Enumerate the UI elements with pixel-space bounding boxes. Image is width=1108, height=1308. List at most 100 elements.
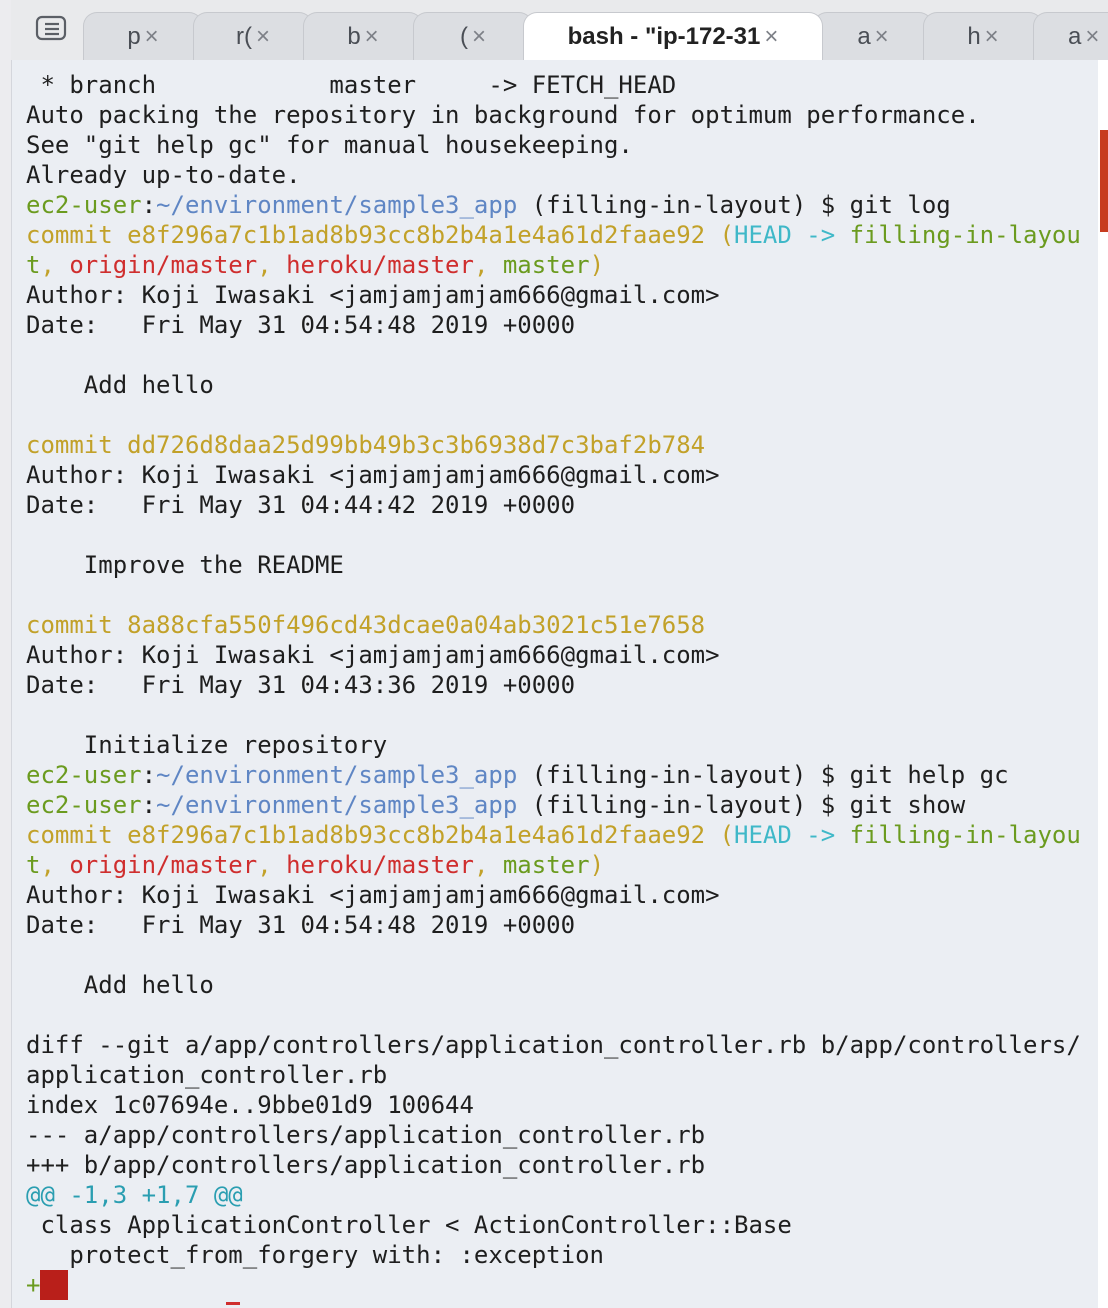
shell-prompt-line: ec2-user:~/environment/sample3_app (fill… [26,760,1009,790]
ref-separator: , [40,851,70,879]
commit-hash: commit e8f296a7c1b1ad8b93cc8b2b4a1e4a61d… [26,821,706,849]
ref-separator: , [473,251,503,279]
ref-paren: ) [589,851,605,879]
tab-label: h [967,22,981,50]
diff-old-file-line: --- a/app/controllers/application_contro… [26,1121,706,1149]
tab-label: bash - "ip-172-31 [567,22,761,50]
head-ref: HEAD -> [734,821,836,849]
trailing-whitespace-marker [226,1302,240,1305]
prompt-colon: : [141,761,157,789]
local-ref-master: master [502,851,590,879]
ref-paren: ) [589,251,605,279]
terminal-line: Improve the README [26,551,344,579]
window-left-border [0,0,12,1308]
diff-header-line: application_controller.rb [26,1061,388,1089]
commit-refs-line: t, origin/master, heroku/master, master) [26,850,604,880]
list-menu-icon[interactable] [35,14,69,44]
prompt-user: ec2-user [26,791,142,819]
terminal-line: Date: Fri May 31 04:44:42 2019 +0000 [26,491,576,519]
commit-hash: commit 8a88cfa550f496cd43dcae0a04ab3021c… [26,611,706,639]
local-ref-master: master [502,251,590,279]
tab-label: ( [459,22,468,50]
scroll-position-marker[interactable] [1100,130,1108,232]
terminal-line: See "git help gc" for manual housekeepin… [26,131,633,159]
remote-ref-heroku: heroku/master [286,251,474,279]
terminal-line: Date: Fri May 31 04:54:48 2019 +0000 [26,911,576,939]
tab-b[interactable]: b × [303,12,423,60]
terminal-line: Add hello [26,371,214,399]
tab-r[interactable]: r( × [193,12,313,60]
branch-ref: filling-in-layou [835,821,1081,849]
diff-new-file-line: +++ b/app/controllers/application_contro… [26,1151,706,1179]
remote-ref-heroku: heroku/master [286,851,474,879]
prompt-command: (filling-in-layout) $ git log [517,191,951,219]
prompt-path: ~/environment/sample3_app [156,761,518,789]
prompt-colon: : [141,791,157,819]
ref-separator: , [40,251,70,279]
close-icon[interactable]: × [985,24,999,49]
diff-context-line: class ApplicationController < ActionCont… [26,1211,792,1239]
tab-label: r( [236,22,252,50]
terminal-line: Already up-to-date. [26,161,301,189]
terminal-line: Date: Fri May 31 04:54:48 2019 +0000 [26,311,576,339]
close-icon[interactable]: × [472,24,486,49]
ref-separator: , [257,251,287,279]
tab-p[interactable]: p × [83,12,203,60]
remote-ref-origin: origin/master [69,851,258,879]
prompt-path: ~/environment/sample3_app [156,191,518,219]
commit-line: commit e8f296a7c1b1ad8b93cc8b2b4a1e4a61d… [26,220,1081,250]
terminal-output[interactable]: * branch master -> FETCH_HEAD Auto packi… [12,60,1098,1308]
tab-bash-active[interactable]: bash - "ip-172-31 × [523,12,823,60]
head-ref: HEAD -> [734,221,836,249]
terminal-line: Auto packing the repository in backgroun… [26,101,980,129]
commit-hash: commit dd726d8daa25d99bb49b3c3b6938d7c3b… [26,431,706,459]
commit-line: commit e8f296a7c1b1ad8b93cc8b2b4a1e4a61d… [26,820,1081,850]
close-icon[interactable]: × [145,24,159,49]
terminal-line: Date: Fri May 31 04:43:36 2019 +0000 [26,671,576,699]
tab-a-2[interactable]: a × [1033,12,1108,60]
diff-context-line: protect_from_forgery with: :exception [26,1241,604,1269]
diff-index-line: index 1c07694e..9bbe01d9 100644 [26,1091,474,1119]
prompt-path: ~/environment/sample3_app [156,791,518,819]
branch-ref-wrap: t [26,851,41,879]
commit-refs-line: t, origin/master, heroku/master, master) [26,250,604,280]
terminal-cursor [40,1270,69,1300]
prompt-user: ec2-user [26,761,142,789]
terminal-line: Author: Koji Iwasaki <jamjamjamjam666@gm… [26,461,720,489]
shell-prompt-line: ec2-user:~/environment/sample3_app (fill… [26,790,965,820]
prompt-command: (filling-in-layout) $ git help gc [517,761,1009,789]
prompt-colon: : [141,191,157,219]
tab-bar: p × r( × b × ( × bash - "ip-172-31 × a ×… [11,0,1108,60]
tab-label: a [1068,22,1082,50]
tab-h[interactable]: h × [923,12,1043,60]
branch-ref: filling-in-layou [835,221,1081,249]
diff-hunk-header: @@ -1,3 +1,7 @@ [26,1181,243,1209]
close-icon[interactable]: × [1085,24,1099,49]
tab-label: p [127,22,141,50]
prompt-command: (filling-in-layout) $ git show [517,791,966,819]
ref-paren: ( [705,821,735,849]
terminal-line: * branch master -> FETCH_HEAD [26,71,677,99]
terminal-line: Initialize repository [26,731,388,759]
diff-added-line: + [26,1270,69,1300]
tab-a[interactable]: a × [813,12,933,60]
terminal-line: Author: Koji Iwasaki <jamjamjamjam666@gm… [26,281,720,309]
diff-plus-sign: + [26,1271,41,1299]
commit-hash: commit e8f296a7c1b1ad8b93cc8b2b4a1e4a61d… [26,221,706,249]
ref-separator: , [473,851,503,879]
ref-paren: ( [705,221,735,249]
prompt-user: ec2-user [26,191,142,219]
diff-header-line: diff --git a/app/controllers/application… [26,1031,1081,1059]
close-icon[interactable]: × [256,24,270,49]
terminal-line: Author: Koji Iwasaki <jamjamjamjam666@gm… [26,881,720,909]
terminal-line: Add hello [26,971,214,999]
branch-ref-wrap: t [26,251,41,279]
close-icon[interactable]: × [764,24,778,49]
tab-label: a [857,22,871,50]
terminal-line: Author: Koji Iwasaki <jamjamjamjam666@gm… [26,641,720,669]
tab-c[interactable]: ( × [413,12,533,60]
tab-label: b [347,22,361,50]
close-icon[interactable]: × [365,24,379,49]
ref-separator: , [257,851,287,879]
close-icon[interactable]: × [875,24,889,49]
